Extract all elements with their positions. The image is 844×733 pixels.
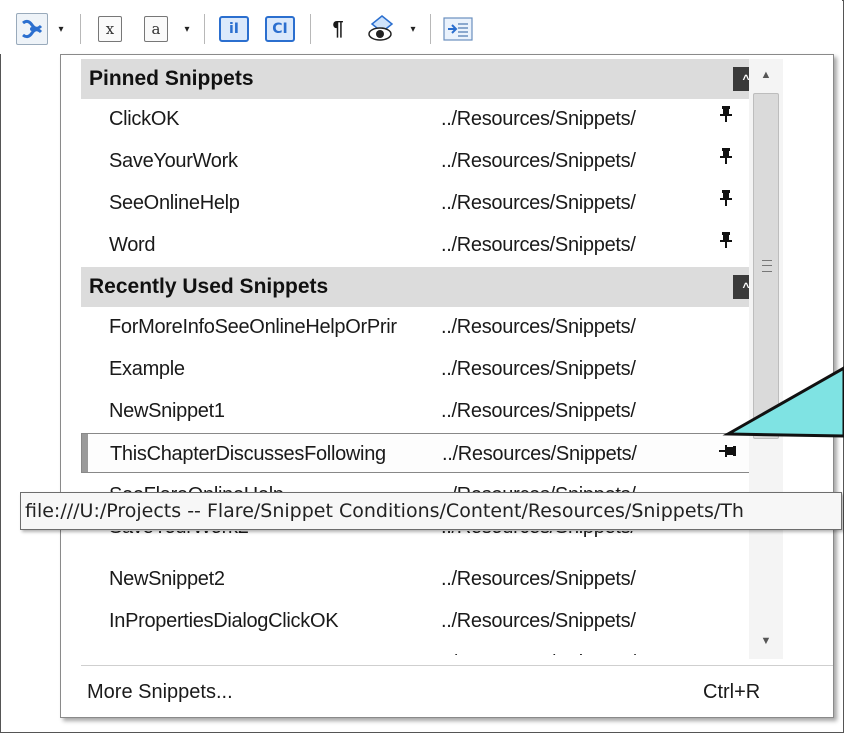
grip-icon — [762, 260, 772, 272]
recent-snippet-row[interactable]: ForMoreInfoSeeOnlineHelpOrPrir ../Resour… — [81, 307, 767, 347]
recent-snippet-row-hovered[interactable]: ThisChapterDiscussesFollowing ../Resourc… — [81, 433, 767, 473]
snippet-path: ../Resources/Snippets/ — [441, 150, 636, 172]
text-a-icon: a — [144, 16, 168, 42]
snippet-path: ../Resources/Snippets/ — [441, 108, 636, 130]
snippet-name: ForMoreInfoSeeOnlineHelpOrPrir — [109, 316, 397, 338]
pinned-snippets-title: Pinned Snippets — [89, 67, 254, 90]
snippet-name: InPropertiesDialogClickOK — [109, 610, 339, 632]
snippet-name: Example — [109, 358, 185, 380]
vertical-scrollbar[interactable]: ▲ ▼ — [749, 59, 783, 659]
snippet-path: ../Resources/Snippets/ — [441, 643, 636, 655]
pinned-snippets-header: Pinned Snippets ^ — [81, 59, 767, 99]
scroll-down-arrow-icon[interactable]: ▼ — [749, 629, 783, 653]
visibility-button[interactable] — [364, 12, 400, 46]
scroll-up-arrow-icon[interactable]: ▲ — [749, 63, 783, 87]
recent-snippet-row[interactable]: NewSnippet1 ../Resources/Snippets/ — [81, 391, 767, 431]
condition-button[interactable]: CI — [264, 12, 296, 46]
pin-icon[interactable] — [719, 99, 733, 139]
recent-snippet-row[interactable]: SeeFlareOnlineHelp ../Resources/Snippets… — [81, 475, 767, 493]
pinned-snippet-row[interactable]: SeeOnlineHelp ../Resources/Snippets/ — [81, 183, 767, 223]
snippet-path: ../Resources/Snippets/ — [441, 358, 636, 380]
condition-icon: CI — [265, 16, 295, 42]
visibility-dropdown-arrow[interactable]: ▾ — [406, 12, 420, 46]
text-a-dropdown-arrow[interactable]: ▾ — [180, 12, 194, 46]
snippet-path: ../Resources/Snippets/ — [441, 192, 636, 214]
snippet-name: NewSnippet2 — [109, 568, 225, 590]
recent-snippet-row[interactable]: HTML5 ../Resources/Snippets/ — [81, 643, 767, 655]
snippet-path: ../Resources/Snippets/ — [441, 400, 636, 422]
text-x-button[interactable]: x — [96, 12, 124, 46]
snippet-path: ../Resources/Snippets/ — [441, 234, 636, 256]
show-pilcrows-button[interactable]: ¶ — [324, 12, 352, 46]
snippet-path: ../Resources/Snippets/ — [441, 568, 636, 590]
path-tooltip: file:///U:/Projects -- Flare/Snippet Con… — [20, 492, 842, 530]
recent-snippet-row[interactable]: InPropertiesDialogClickOK ../Resources/S… — [81, 601, 767, 641]
insert-text-icon — [443, 17, 473, 41]
variable-icon: iI — [219, 16, 249, 42]
snippet-name: SaveYourWork2 — [109, 531, 439, 547]
snippet-path: ../Resources/Snippets/ — [441, 475, 636, 493]
snippet-dropdown-arrow[interactable]: ▾ — [54, 12, 68, 46]
snippet-path: ../Resources/Snippets/ — [441, 531, 636, 547]
scrollbar-thumb[interactable] — [753, 93, 779, 439]
recent-snippet-row[interactable]: NewSnippet2 ../Resources/Snippets/ — [81, 559, 767, 599]
variable-button[interactable]: iI — [218, 12, 250, 46]
toolbar-separator — [310, 14, 311, 44]
snippet-name: ClickOK — [109, 108, 180, 130]
unpinned-pin-icon[interactable] — [718, 434, 738, 474]
snippet-name: SeeOnlineHelp — [109, 192, 240, 214]
toolbar: ▾ x a ▾ iI CI ¶ ▾ — [0, 0, 842, 54]
insert-snippet-button[interactable] — [16, 12, 48, 46]
recent-snippet-row[interactable]: Example ../Resources/Snippets/ — [81, 349, 767, 389]
toolbar-separator — [430, 14, 431, 44]
snippet-path: ../Resources/Snippets/ — [442, 443, 637, 465]
menu-divider — [81, 665, 833, 666]
snippet-name: HTML5 — [109, 643, 439, 655]
recent-snippet-row[interactable]: SaveYourWork2 ../Resources/Snippets/ — [81, 531, 767, 547]
text-x-icon: x — [98, 16, 122, 42]
snippet-dropdown-panel: Pinned Snippets ^ ClickOK ../Resources/S… — [60, 54, 834, 718]
more-snippets-shortcut: Ctrl+R — [703, 681, 761, 703]
pin-icon[interactable] — [719, 141, 733, 181]
snippet-path: ../Resources/Snippets/ — [441, 316, 636, 338]
pinned-snippet-row[interactable]: ClickOK ../Resources/Snippets/ — [81, 99, 767, 139]
pin-icon[interactable] — [719, 225, 733, 265]
chevron-down-icon: ▾ — [58, 23, 64, 35]
snippet-name: SaveYourWork — [109, 150, 238, 172]
toolbar-separator — [204, 14, 205, 44]
pinned-snippet-row[interactable]: Word ../Resources/Snippets/ — [81, 225, 767, 265]
snippet-name: Word — [109, 234, 156, 256]
more-snippets-menu-item[interactable]: More Snippets... — [87, 673, 233, 711]
visibility-icon — [368, 15, 394, 41]
pilcrow-icon: ¶ — [332, 17, 344, 40]
chevron-down-icon: ▾ — [184, 23, 190, 35]
snippet-path: ../Resources/Snippets/ — [441, 610, 636, 632]
recent-snippets-title: Recently Used Snippets — [89, 275, 329, 298]
snippet-name: ThisChapterDiscussesFollowing — [110, 443, 386, 465]
toolbar-separator — [80, 14, 81, 44]
insert-snippet-icon — [16, 13, 48, 45]
pin-icon[interactable] — [719, 183, 733, 223]
recent-snippets-header: Recently Used Snippets ^ — [81, 267, 767, 307]
row-highlight-bar — [82, 434, 88, 472]
snippet-name: SeeFlareOnlineHelp — [109, 475, 439, 493]
chevron-down-icon: ▾ — [410, 23, 416, 35]
snippet-name: NewSnippet1 — [109, 400, 225, 422]
pinned-snippet-row[interactable]: SaveYourWork ../Resources/Snippets/ — [81, 141, 767, 181]
insert-text-button[interactable] — [442, 12, 474, 46]
text-a-button[interactable]: a — [142, 12, 170, 46]
